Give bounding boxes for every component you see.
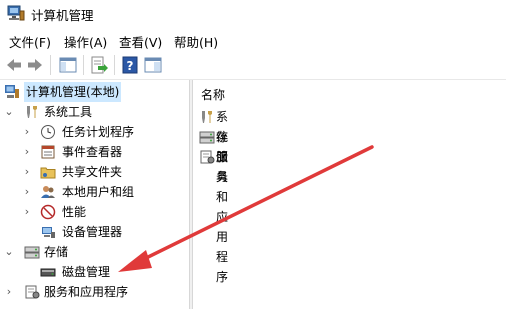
window-title: 计算机管理 (31, 8, 94, 23)
back-icon[interactable] (5, 55, 23, 75)
menu-action[interactable]: 操作(A) (64, 32, 107, 51)
chevron-right-icon[interactable]: › (22, 122, 32, 142)
chevron-right-icon[interactable]: › (22, 182, 32, 202)
properties-icon[interactable] (143, 55, 163, 75)
storage-icon (199, 131, 215, 144)
console-tree: 计算机管理(本地) ⌄ 系统工具 › 任务计划程序 › 事件查看器 › 共享文件… (0, 80, 189, 309)
tree-label: 存储 (44, 245, 69, 259)
chevron-down-icon[interactable]: ⌄ (4, 102, 14, 122)
device-manager-icon (42, 227, 55, 238)
clock-icon (41, 125, 55, 139)
tree-label: 计算机管理(本地) (24, 82, 122, 102)
performance-icon (40, 204, 56, 220)
forward-icon[interactable] (26, 55, 44, 75)
help-icon[interactable]: ? (120, 55, 140, 75)
toolbar-separator (114, 55, 115, 75)
menu-bar: 文件(F) 操作(A) 查看(V) 帮助(H) (0, 27, 506, 51)
chevron-right-icon[interactable]: › (22, 202, 32, 222)
chevron-down-icon[interactable]: ⌄ (4, 242, 14, 262)
chevron-right-icon[interactable]: › (22, 142, 32, 162)
tree-label: 设备管理器 (62, 225, 123, 239)
tools-icon (27, 106, 37, 118)
computer-management-icon (7, 5, 25, 21)
tools-icon (202, 111, 212, 123)
export-list-icon[interactable] (89, 55, 109, 75)
disk-icon (40, 268, 56, 277)
menu-view[interactable]: 查看(V) (119, 32, 162, 51)
tree-label: 共享文件夹 (62, 165, 123, 179)
title-bar: 计算机管理 (0, 0, 506, 27)
tree-label: 事件查看器 (62, 145, 123, 159)
storage-icon (24, 246, 40, 259)
chevron-right-icon[interactable]: › (4, 282, 14, 302)
tree-label: 本地用户和组 (62, 185, 135, 199)
details-pane: 名称 系统工具 存储 服务和应用程序 (193, 80, 506, 309)
chevron-right-icon[interactable]: › (22, 162, 32, 182)
column-header-name[interactable]: 名称 (201, 86, 225, 103)
list-item-label: 服务和应用程序 (216, 150, 229, 284)
shared-folder-icon (40, 167, 56, 179)
show-hide-tree-icon[interactable] (58, 55, 78, 75)
tree-label: 磁盘管理 (62, 265, 111, 279)
toolbar: ? (0, 51, 506, 79)
menu-help[interactable]: 帮助(H) (174, 32, 218, 51)
toolbar-separator (83, 55, 84, 75)
menu-file[interactable]: 文件(F) (9, 32, 51, 51)
services-icon (200, 150, 215, 164)
event-viewer-icon (41, 145, 55, 159)
tree-label: 任务计划程序 (62, 125, 135, 139)
svg-text:?: ? (127, 59, 134, 73)
toolbar-separator (50, 55, 51, 75)
tree-label: 系统工具 (44, 105, 93, 119)
computer-management-icon (5, 85, 19, 98)
services-icon (25, 285, 40, 299)
users-icon (41, 186, 55, 198)
tree-label: 服务和应用程序 (44, 285, 129, 299)
tree-label: 性能 (62, 205, 87, 219)
